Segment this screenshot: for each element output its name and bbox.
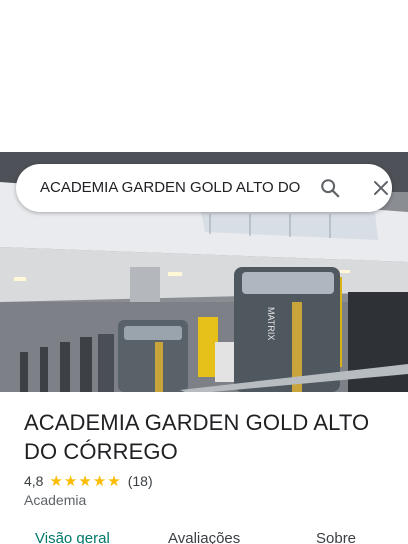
search-button[interactable] [314, 174, 346, 202]
place-title: ACADEMIA GARDEN GOLD ALTO DO CÓRREGO [24, 410, 370, 464]
place-category[interactable]: Academia [24, 492, 86, 508]
tab-reviews[interactable]: Avaliações [168, 530, 240, 544]
star-icon: ★ [92, 472, 107, 490]
star-icon: ★ [63, 472, 78, 490]
star-rating: ★ ★ ★ ★ ★ [49, 474, 121, 489]
tab-about[interactable]: Sobre [316, 530, 356, 544]
review-count[interactable]: (18) [128, 473, 153, 489]
rating-value: 4,8 [24, 473, 44, 489]
place-tabs: Visão geral Avaliações Sobre [0, 530, 408, 544]
matrix-sign: MATRIX [266, 307, 276, 340]
close-button[interactable] [366, 174, 396, 202]
close-icon [374, 181, 388, 195]
tab-overview[interactable]: Visão geral [35, 530, 110, 544]
map-blank-area [0, 0, 408, 152]
search-icon [321, 179, 340, 198]
search-bar[interactable]: ACADEMIA GARDEN GOLD ALTO DO CÓRREGO [16, 164, 392, 212]
search-input[interactable]: ACADEMIA GARDEN GOLD ALTO DO CÓRREGO [40, 164, 304, 212]
rating-row[interactable]: 4,8 ★ ★ ★ ★ ★ (18) [24, 471, 153, 491]
star-icon: ★ [49, 472, 63, 490]
star-icon: ★ [107, 472, 121, 490]
star-icon: ★ [78, 472, 92, 490]
